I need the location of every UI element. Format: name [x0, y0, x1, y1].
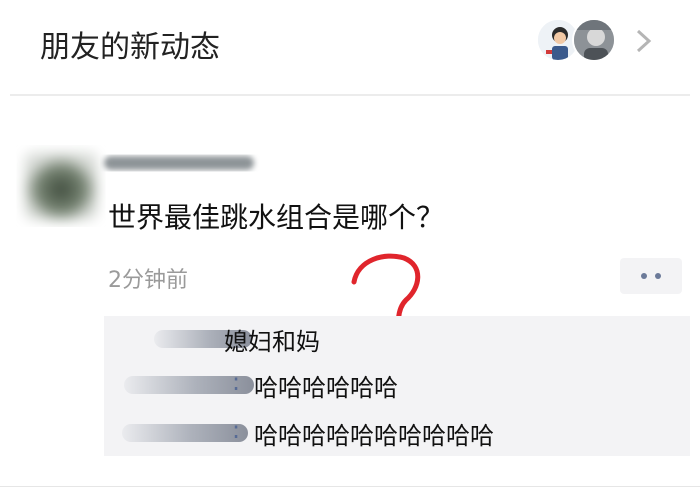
more-dots-icon	[655, 273, 661, 279]
friend-avatars	[536, 18, 624, 68]
friend-avatar-2	[572, 18, 616, 62]
comment-text: 哈哈哈哈哈哈	[254, 374, 398, 402]
more-actions-button[interactable]	[620, 258, 682, 294]
comment-text: 媳妇和妈	[224, 328, 320, 356]
chevron-right-icon[interactable]	[632, 26, 656, 56]
comments-panel: 媳妇和妈 : 哈哈哈哈哈哈 : 哈哈哈哈哈哈哈哈哈哈	[104, 316, 690, 456]
post-timestamp: 2分钟前	[108, 268, 188, 293]
comment-row[interactable]: 媳妇和妈	[104, 320, 690, 360]
more-dots-icon	[641, 273, 647, 279]
comment-separator: :	[232, 416, 241, 444]
header-title: 朋友的新动态	[40, 30, 220, 65]
poster-avatar-blurred[interactable]	[16, 140, 106, 230]
bottom-divider	[0, 486, 700, 487]
poster-name-blurred[interactable]	[100, 150, 260, 176]
comment-row[interactable]: : 哈哈哈哈哈哈哈哈哈哈	[104, 414, 690, 454]
friends-updates-header[interactable]: 朋友的新动态	[0, 0, 700, 92]
commenter-name-blurred[interactable]	[122, 424, 248, 442]
header-divider	[10, 94, 690, 96]
comment-text: 哈哈哈哈哈哈哈哈哈哈	[254, 422, 494, 450]
comment-row[interactable]: : 哈哈哈哈哈哈	[104, 366, 690, 406]
post-text: 世界最佳跳水组合是哪个？	[108, 201, 445, 234]
comment-separator: :	[232, 368, 241, 396]
